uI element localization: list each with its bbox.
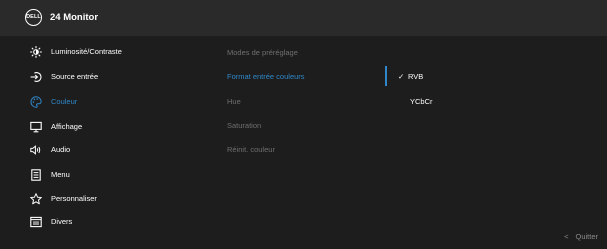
menu-item-label: Luminosité/Contraste xyxy=(51,47,122,56)
submenu-item-hue[interactable]: Hue xyxy=(227,96,241,108)
menu-item-others[interactable]: Divers xyxy=(30,215,72,229)
chevron-left-icon: < xyxy=(564,232,569,241)
menu-item-label: Personnaliser xyxy=(51,194,97,203)
speaker-icon xyxy=(30,144,42,156)
menu-item-label: Audio xyxy=(51,145,71,154)
checkmark-icon: ✓ xyxy=(398,72,405,81)
star-icon xyxy=(30,193,42,205)
input-source-icon xyxy=(30,71,42,83)
menu-item-label: Menu xyxy=(51,170,70,179)
quit-button[interactable]: < Quitter xyxy=(564,231,598,243)
option-label: YCbCr xyxy=(410,97,433,106)
option-rgb[interactable]: ✓ RVB xyxy=(398,71,423,83)
display-icon xyxy=(30,121,42,133)
submenu-item-reset-color[interactable]: Réinit. couleur xyxy=(227,144,275,156)
menu-item-brightness-contrast[interactable]: Luminosité/Contraste xyxy=(30,45,122,59)
monitor-osd: DELL 24 Monitor Luminosité/Contraste Sou… xyxy=(0,0,607,249)
option-ycbcr[interactable]: YCbCr xyxy=(410,96,433,108)
menu-item-menu[interactable]: Menu xyxy=(30,168,70,182)
menu-item-label: Couleur xyxy=(51,97,78,106)
info-icon xyxy=(30,216,42,228)
submenu-item-preset-modes[interactable]: Modes de préréglage xyxy=(227,47,298,59)
menu-item-display[interactable]: Affichage xyxy=(30,120,82,134)
submenu-item-saturation[interactable]: Saturation xyxy=(227,120,261,132)
menu-item-color[interactable]: Couleur xyxy=(30,95,77,109)
submenu-item-input-color-format[interactable]: Format entrée couleurs xyxy=(227,71,305,83)
selection-divider xyxy=(385,66,387,86)
monitor-title: 24 Monitor xyxy=(50,12,99,23)
menu-item-input-source[interactable]: Source entrée xyxy=(30,70,98,84)
menu-item-label: Source entrée xyxy=(51,72,99,81)
dell-logo-icon: DELL xyxy=(25,9,42,26)
quit-label: Quitter xyxy=(575,232,598,241)
menu-item-label: Divers xyxy=(51,217,73,226)
option-label: RVB xyxy=(408,72,424,81)
menu-item-personalize[interactable]: Personnaliser xyxy=(30,192,97,206)
color-palette-icon xyxy=(30,96,42,108)
osd-header: DELL 24 Monitor xyxy=(0,0,607,36)
menu-icon xyxy=(30,169,42,181)
brightness-icon xyxy=(30,46,42,58)
menu-item-label: Affichage xyxy=(51,122,83,131)
menu-item-audio[interactable]: Audio xyxy=(30,143,70,157)
